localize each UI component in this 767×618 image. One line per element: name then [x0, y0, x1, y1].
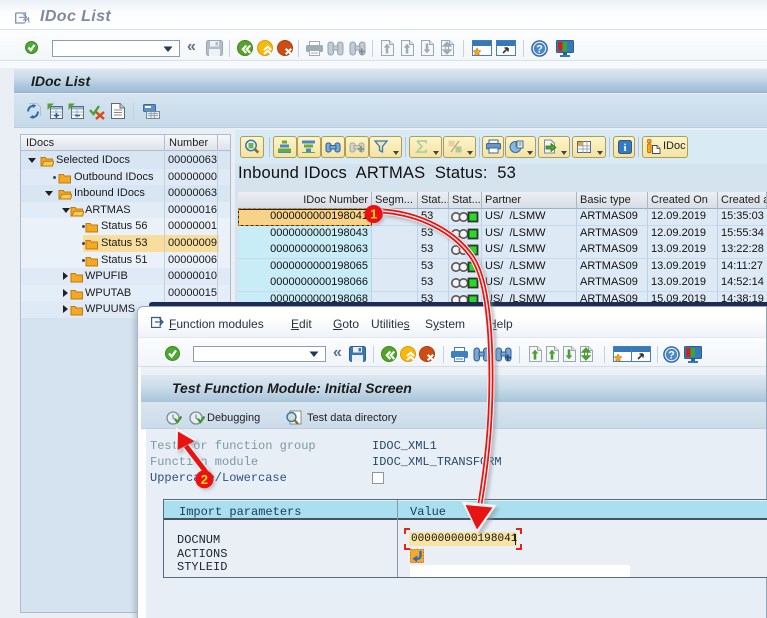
svg-text:?: ? [536, 44, 543, 56]
svg-text:i: i [623, 142, 626, 154]
svg-text:?: ? [668, 350, 675, 362]
